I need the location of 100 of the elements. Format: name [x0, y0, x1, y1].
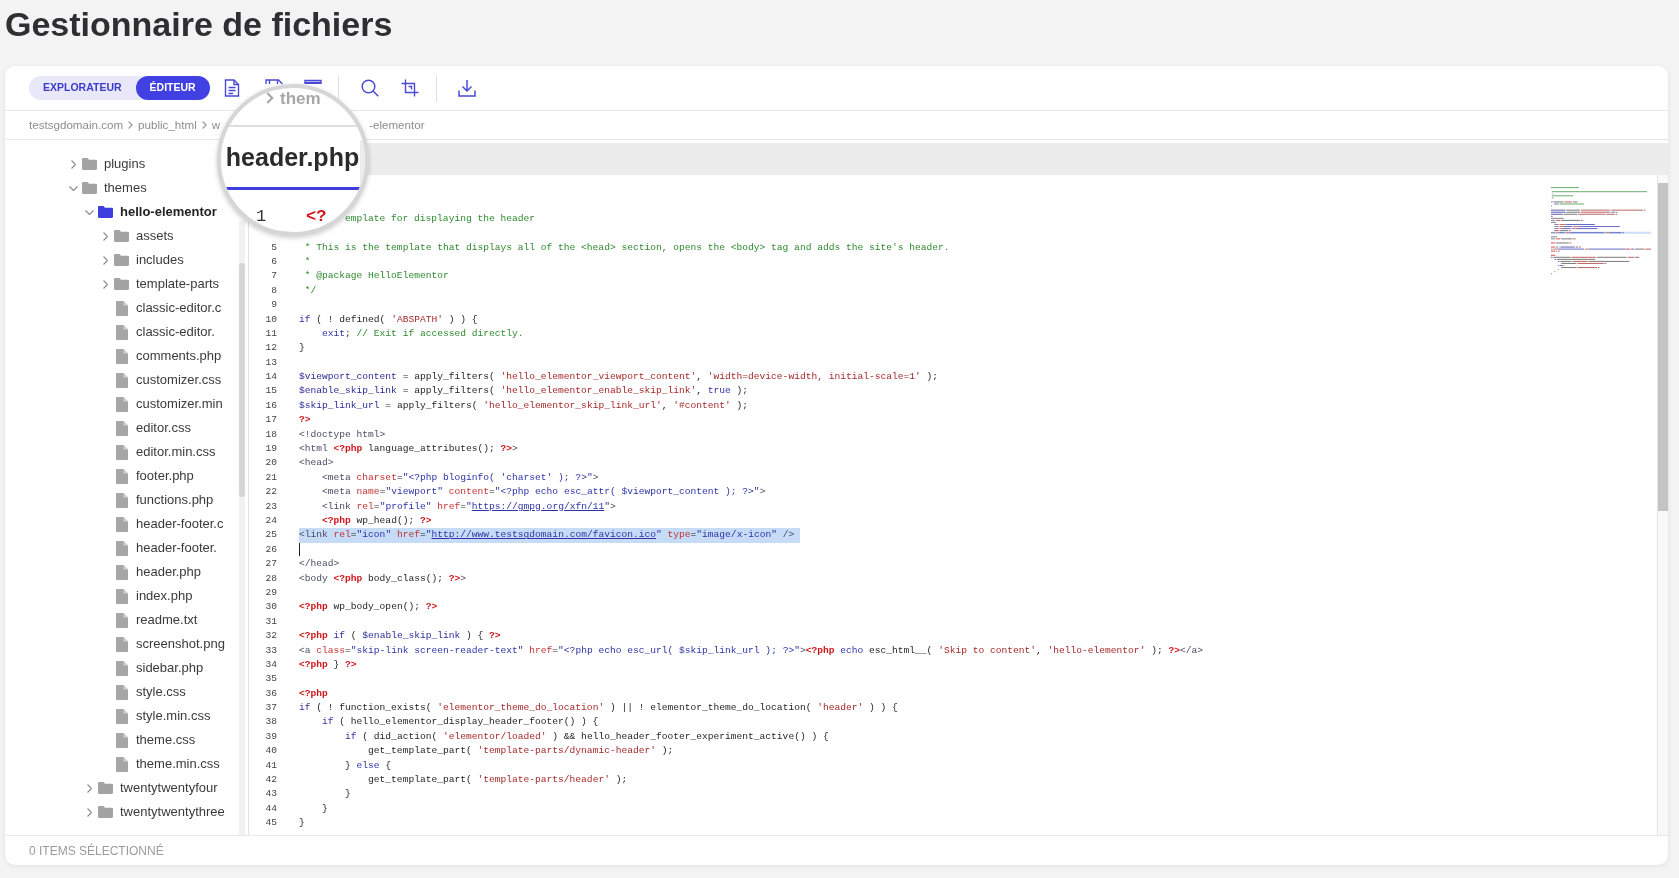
chevron-right-icon[interactable] [86, 807, 92, 817]
line-number: 40 [264, 744, 277, 759]
tree-item[interactable]: hello-elementor [120, 202, 217, 222]
document-icon[interactable] [223, 79, 240, 97]
line-number: 15 [264, 384, 277, 399]
tree-item[interactable]: header-footer.c [136, 514, 224, 534]
line-number: 1 [256, 208, 267, 225]
file-icon [115, 732, 128, 748]
toolbar-icon[interactable] [303, 79, 322, 84]
chevron-right-icon[interactable] [102, 255, 108, 265]
file-icon [115, 372, 128, 388]
code-line: <head> [299, 456, 334, 471]
line-number: 7 [270, 269, 277, 284]
chevron-right-icon[interactable] [86, 783, 92, 793]
tree-item[interactable]: header.php [136, 562, 202, 582]
breadcrumb-text: them [280, 89, 321, 109]
tree-item[interactable]: readme.txt [136, 610, 198, 630]
tree-item[interactable]: customizer.css [136, 370, 222, 390]
crop-icon[interactable] [400, 79, 419, 97]
folder-icon [82, 158, 97, 170]
code-line: ?> [299, 413, 311, 428]
code-line: } else { [344, 758, 392, 773]
line-number: 25 [264, 528, 277, 543]
file-icon [115, 420, 128, 436]
tree-item[interactable]: footer.php [136, 466, 194, 486]
code-line: get_template_part( 'template-parts/header' ); [367, 773, 628, 788]
chevron-right-icon[interactable] [102, 279, 108, 289]
tree-item[interactable]: assets [136, 226, 174, 246]
download-icon[interactable] [457, 79, 476, 97]
code-line: emplate for displaying the header [345, 211, 535, 226]
file-icon [115, 348, 128, 364]
tree-item[interactable]: style.min.css [136, 706, 211, 726]
file-icon [115, 540, 128, 556]
code-line: <?php wp_head(); ?> [321, 514, 432, 528]
line-number: 19 [264, 442, 277, 457]
file-icon [115, 756, 128, 772]
tree-item[interactable]: theme.min.css [136, 754, 220, 774]
tree-item[interactable]: editor.min.css [136, 442, 216, 462]
code-line: <html <?php language_attributes(); ?>> [299, 442, 518, 457]
folder-icon [98, 206, 113, 218]
line-number: 21 [264, 470, 277, 485]
code-line: </head> [299, 557, 340, 572]
view-tab[interactable]: ÉDITEUR [135, 76, 210, 100]
tree-item[interactable]: comments.php [136, 346, 222, 366]
search-icon[interactable] [360, 79, 379, 97]
tree-item[interactable]: style.css [136, 682, 186, 702]
tree-item[interactable]: template-parts [136, 274, 220, 294]
line-number: 34 [264, 657, 277, 672]
chevron-right-icon[interactable] [70, 159, 76, 169]
tree-item[interactable]: twentytwentyfour [120, 778, 218, 798]
code-line: } [321, 801, 328, 816]
folder-icon [114, 254, 129, 266]
tree-item[interactable]: sidebar.php [136, 658, 204, 678]
code-line: * This is the template that displays all of the <head> section, opens the <body> tag and adds the site's header. [303, 240, 950, 255]
breadcrumb-link[interactable]: testsgdomain.com [29, 116, 124, 134]
folder-icon [114, 278, 129, 290]
code-line: <meta name="viewport" content="<?php echo esc_attr( $viewport_content ); ?>"> [321, 485, 766, 500]
line-number: 37 [264, 701, 277, 716]
chevron-right-icon[interactable] [102, 231, 108, 241]
scrollbar-thumb[interactable] [1658, 183, 1668, 511]
code-line: */ [303, 283, 317, 298]
breadcrumb-link[interactable]: w [211, 116, 221, 134]
tree-item[interactable]: twentytwentythree [120, 802, 225, 822]
folder-icon [98, 806, 113, 818]
file-icon [115, 444, 128, 460]
tree-item[interactable]: customizer.min [136, 394, 223, 414]
code-line: <meta charset="<?php bloginfo( 'charset' ); ?>"> [321, 470, 599, 485]
code-line: $viewport_content = apply_filters( 'hello_elementor_viewport_content', 'width=device-width, initial-scale=1' ); [299, 370, 939, 385]
file-icon [115, 636, 128, 652]
tree-item[interactable]: editor.css [136, 418, 191, 438]
tree-item[interactable]: header-footer. [136, 538, 217, 558]
line-number: 30 [264, 600, 277, 615]
tree-item[interactable]: screenshot.png [136, 634, 225, 654]
breadcrumb-link[interactable]: public_html [138, 116, 197, 134]
code-line: if ( did_action( 'elementor/loaded' ) && hello_header_footer_experiment_active() ) { [344, 729, 829, 744]
view-tab[interactable]: EXPLORATEUR [29, 76, 136, 100]
tree-item[interactable]: themes [104, 178, 147, 198]
code-line: <?php wp_body_open(); ?> [299, 600, 438, 615]
tree-item[interactable]: plugins [104, 154, 146, 174]
code-line: } [299, 341, 305, 356]
line-number: 31 [264, 614, 277, 629]
code-line: } [344, 787, 351, 802]
code-line: * @package HelloElementor [303, 269, 449, 284]
code-line: $enable_skip_link = apply_filters( 'hello_elementor_enable_skip_link', true ); [299, 384, 749, 399]
tree-item[interactable]: classic-editor.c [136, 298, 222, 318]
tree-item[interactable]: classic-editor. [136, 322, 215, 342]
tree-item[interactable]: includes [136, 250, 184, 270]
chevron-down-icon[interactable] [84, 209, 94, 215]
scrollbar-thumb[interactable] [239, 263, 245, 497]
breadcrumb-link[interactable]: -elementor [369, 116, 425, 134]
chevron-down-icon[interactable] [68, 185, 78, 191]
toolbar-icon[interactable] [264, 79, 283, 84]
tree-item[interactable]: theme.css [136, 730, 196, 750]
tree-item[interactable]: functions.php [136, 490, 214, 510]
line-number: 20 [264, 456, 277, 471]
tree-item[interactable]: index.php [136, 586, 193, 606]
line-number: 23 [264, 499, 277, 514]
file-icon [115, 492, 128, 508]
file-icon [115, 396, 128, 412]
file-icon [115, 468, 128, 484]
